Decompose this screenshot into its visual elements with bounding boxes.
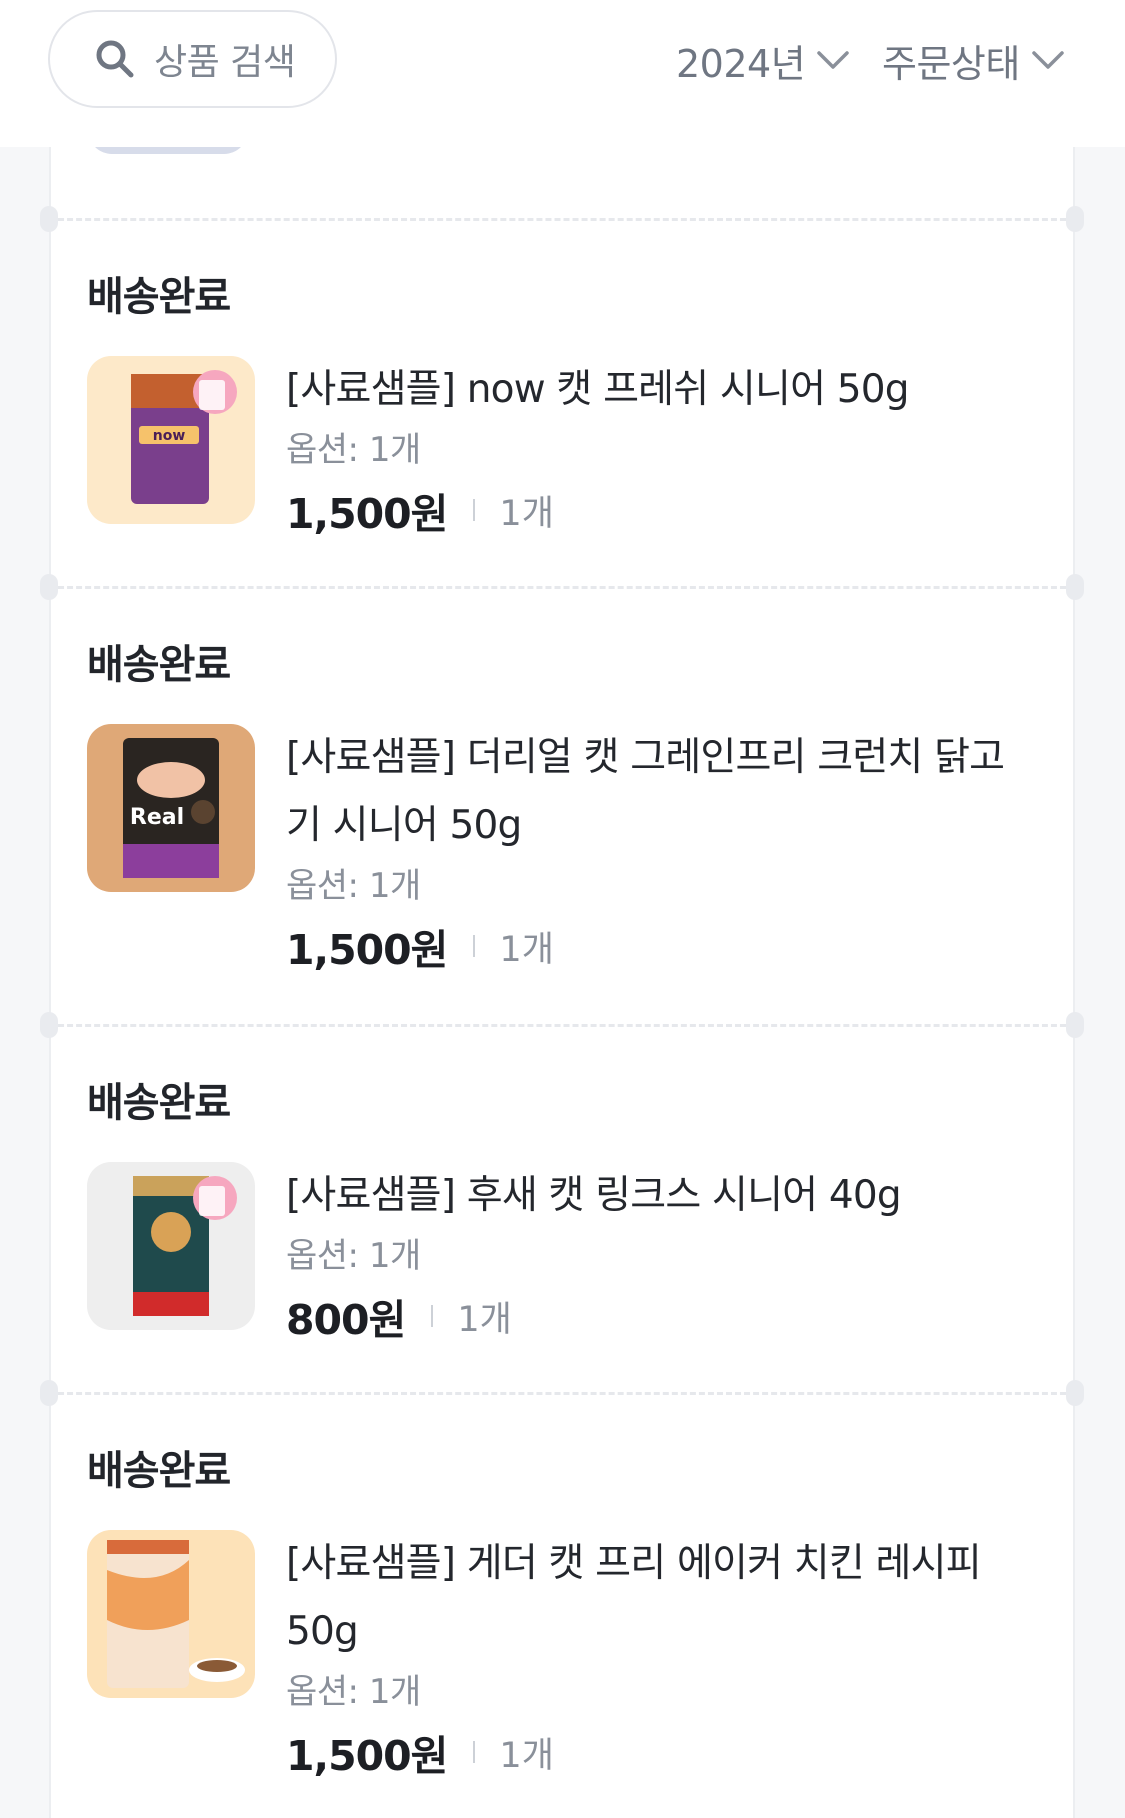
divider-notch-left — [40, 574, 58, 600]
product-option: 옵션: 1개 — [286, 1236, 421, 1276]
search-placeholder: 상품 검색 — [154, 42, 296, 83]
product-quantity: 1개 — [499, 1735, 554, 1776]
year-filter-dropdown[interactable]: 2024년 — [676, 28, 851, 92]
divider-notch-left — [40, 206, 58, 232]
divider-notch-left — [40, 1012, 58, 1038]
order-divider — [49, 586, 1075, 589]
separator — [431, 1305, 434, 1327]
divider-notch-right — [1066, 1380, 1084, 1406]
order-item[interactable]: 배송완료 now [사료샘플] now 캣 프레쉬 시니어 50g 옵션: 1개… — [87, 272, 1037, 542]
order-divider — [49, 1392, 1075, 1395]
product-name[interactable]: [사료샘플] 게더 캣 프리 에이커 치킨 레시피 50g — [286, 1530, 1026, 1666]
year-filter-label: 2024년 — [676, 41, 806, 86]
product-price: 1,500원 — [286, 1732, 448, 1780]
product-quantity: 1개 — [499, 493, 554, 534]
order-item[interactable]: 배송완료 [사료샘플] 후새 캣 링크스 시니어 40g 옵션: 1개 800원… — [87, 1078, 1037, 1348]
order-item[interactable]: 배송완료 [사료샘플] 게더 캣 프리 에이커 치킨 레시피 50g 옵션: 1… — [87, 1446, 1037, 1818]
order-status: 배송완료 — [87, 1448, 231, 1494]
svg-text:now: now — [153, 428, 186, 444]
separator — [473, 1741, 476, 1763]
product-option: 옵션: 1개 — [286, 866, 421, 906]
product-name[interactable]: [사료샘플] now 캣 프레쉬 시니어 50g — [286, 356, 1026, 424]
order-status: 배송완료 — [87, 642, 231, 688]
product-price: 1,500원 — [286, 926, 448, 974]
product-option: 옵션: 1개 — [286, 430, 421, 470]
order-item[interactable]: 배송완료 Real [사료샘플] 더리얼 캣 그레인프리 크런치 닭고기 시니어… — [87, 640, 1037, 990]
order-divider — [49, 1024, 1075, 1027]
product-name[interactable]: [사료샘플] 더리얼 캣 그레인프리 크런치 닭고기 시니어 50g — [286, 724, 1026, 860]
order-status: 배송완료 — [87, 274, 231, 320]
separator — [473, 935, 476, 957]
product-thumbnail[interactable] — [87, 1530, 255, 1698]
product-thumbnail[interactable]: now — [87, 356, 255, 524]
product-quantity: 1개 — [499, 929, 554, 970]
chevron-down-icon — [1030, 42, 1066, 78]
product-quantity: 1개 — [457, 1299, 512, 1340]
order-status-filter-dropdown[interactable]: 주문상태 — [882, 28, 1066, 92]
order-divider — [49, 218, 1075, 221]
divider-notch-right — [1066, 1012, 1084, 1038]
svg-text:Real: Real — [130, 805, 184, 830]
divider-notch-right — [1066, 574, 1084, 600]
order-status-filter-label: 주문상태 — [882, 41, 1020, 86]
search-input[interactable]: 상품 검색 — [48, 10, 337, 108]
product-thumbnail[interactable] — [87, 1162, 255, 1330]
product-price: 800원 — [286, 1296, 406, 1344]
top-bar: 상품 검색 2024년 주문상태 — [0, 0, 1125, 147]
product-thumbnail[interactable]: Real — [87, 724, 255, 892]
divider-notch-left — [40, 1380, 58, 1406]
separator — [473, 499, 476, 521]
product-price: 1,500원 — [286, 490, 448, 538]
product-option: 옵션: 1개 — [286, 1672, 421, 1712]
order-status: 배송완료 — [87, 1080, 231, 1126]
product-name[interactable]: [사료샘플] 후새 캣 링크스 시니어 40g — [286, 1162, 1026, 1230]
chevron-down-icon — [815, 42, 851, 78]
search-icon — [94, 38, 136, 80]
divider-notch-right — [1066, 206, 1084, 232]
